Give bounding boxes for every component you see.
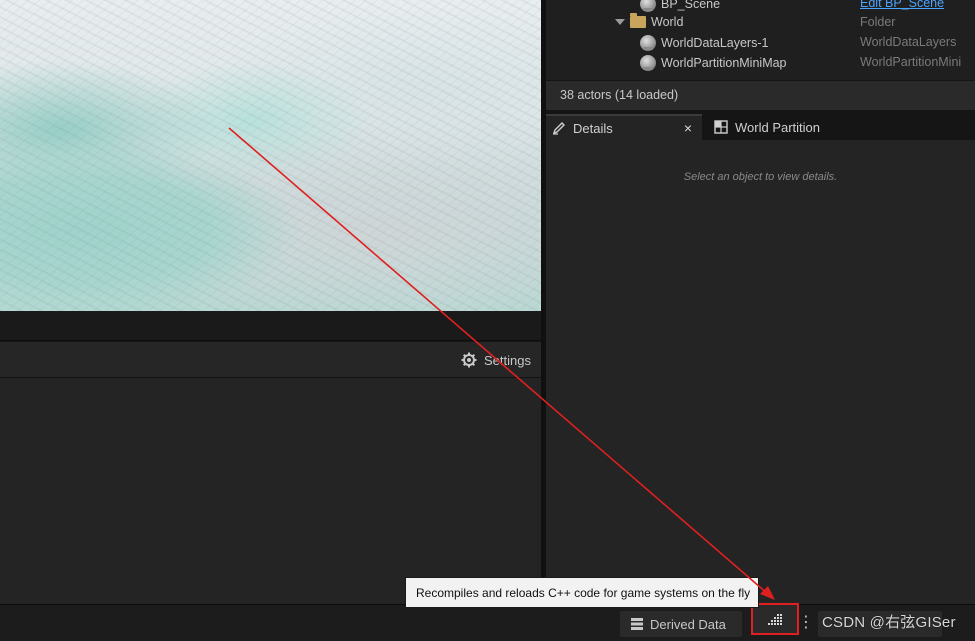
outliner-item-name: WorldDataLayers-1: [661, 36, 769, 50]
actor-icon: [640, 55, 656, 71]
tab-details-label: Details: [573, 120, 613, 136]
output-panel-header: Settings: [0, 342, 541, 378]
outliner-item-name: BP_Scene: [661, 0, 721, 11]
outliner-item-type: WorldDataLayers: [860, 35, 957, 49]
details-panel: Select an object to view details.: [546, 140, 975, 604]
derived-data-icon: [631, 618, 643, 630]
actor-icon: [640, 35, 656, 51]
tab-world-partition-label: World Partition: [735, 119, 821, 135]
outliner-item-type: WorldPartitionMini: [860, 55, 962, 69]
outliner-row[interactable]: BP_Scene Edit BP_Scene: [546, 0, 975, 14]
live-coding-tooltip: Recompiles and reloads C++ code for game…: [405, 577, 759, 608]
outliner-item-name: WorldPartitionMiniMap: [661, 56, 787, 70]
viewport-bottom-bar: [0, 311, 541, 341]
details-tab-bar: Details × World Partition: [546, 112, 975, 140]
world-partition-icon: [714, 120, 728, 134]
folder-icon: [630, 13, 646, 28]
tab-world-partition[interactable]: World Partition: [708, 114, 878, 140]
outliner-item-type: Folder: [860, 15, 896, 29]
tab-details[interactable]: Details ×: [546, 114, 702, 140]
viewport-terrain-texture: [0, 0, 541, 311]
expand-arrow-icon[interactable]: [615, 19, 625, 25]
settings-icon: [461, 352, 477, 368]
derived-data-button[interactable]: Derived Data: [620, 611, 742, 637]
actor-icon: [640, 0, 656, 12]
details-empty-hint: Select an object to view details.: [683, 171, 838, 183]
edit-blueprint-link[interactable]: Edit BP_Scene: [860, 0, 944, 10]
world-outliner: BP_Scene Edit BP_Scene World Folder Worl…: [546, 0, 975, 80]
output-panel: Settings: [0, 342, 541, 604]
watermark: CSDN @右弦GISer: [822, 614, 956, 631]
derived-data-label: Derived Data: [650, 616, 726, 632]
editor-window: Settings BP_Scene Edit BP_Scene World Fo…: [0, 0, 975, 641]
outliner-item-name: World: [651, 15, 684, 29]
more-options-icon[interactable]: ⋮: [798, 611, 814, 637]
settings-button[interactable]: Settings: [461, 349, 531, 371]
details-icon: [552, 122, 565, 135]
actor-count: 38 actors (14 loaded): [546, 80, 975, 110]
outliner-row[interactable]: World Folder: [546, 13, 975, 33]
live-coding-icon: [768, 614, 782, 625]
settings-label: Settings: [484, 352, 531, 368]
close-icon[interactable]: ×: [684, 120, 692, 136]
level-viewport[interactable]: [0, 0, 541, 311]
outliner-row[interactable]: WorldPartitionMiniMap WorldPartitionMini: [546, 53, 975, 73]
outliner-row[interactable]: WorldDataLayers-1 WorldDataLayers: [546, 33, 975, 53]
